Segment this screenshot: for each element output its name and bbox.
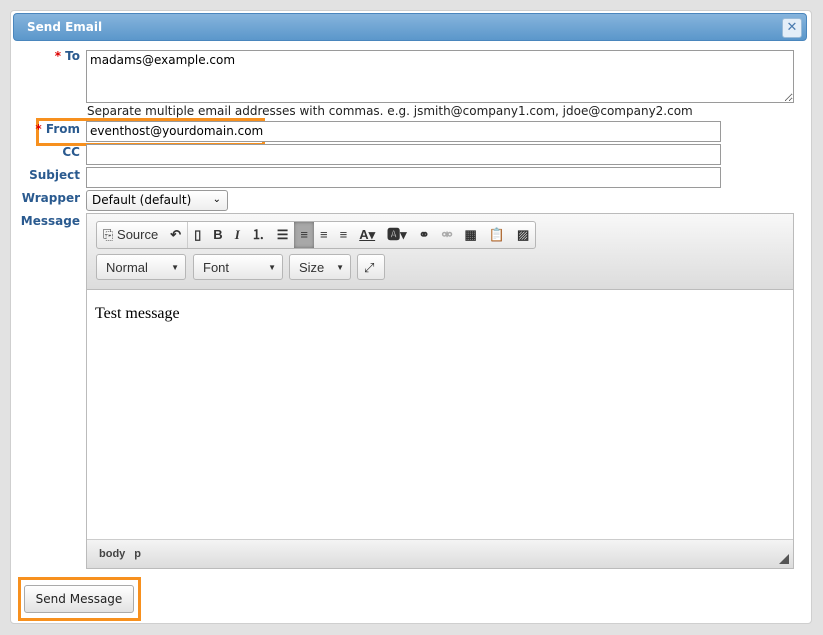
- paste-text-icon[interactable]: 📋: [483, 222, 511, 248]
- path-p[interactable]: p: [134, 548, 141, 560]
- align-center-icon[interactable]: ≡: [314, 222, 334, 248]
- to-field[interactable]: madams@example.com: [86, 50, 794, 103]
- rich-text-editor: ⎘ Source ↶ ▯ B I ⒈ ☰ ≡ ≡ ≡ A▾ 🅰▾ ⚭ ⚮ ▦ 📋…: [86, 213, 794, 569]
- resize-grip-icon[interactable]: [779, 554, 789, 564]
- send-message-button[interactable]: Send Message: [24, 585, 134, 613]
- new-page-icon[interactable]: ▯: [187, 222, 207, 248]
- undo-icon[interactable]: ↶: [164, 222, 187, 248]
- align-left-icon[interactable]: ≡: [294, 222, 315, 248]
- wrapper-label: Wrapper: [21, 191, 80, 205]
- source-icon: ⎘: [103, 227, 114, 242]
- chevron-down-icon: ⌄: [212, 194, 221, 205]
- cc-label: CC: [62, 145, 80, 159]
- close-icon[interactable]: ✕: [782, 18, 802, 38]
- message-label: Message: [20, 214, 80, 228]
- format-select[interactable]: Normal ▼: [96, 254, 186, 280]
- wrapper-select[interactable]: Default (default) ⌄: [86, 190, 228, 211]
- cc-field[interactable]: [86, 144, 721, 165]
- source-button[interactable]: ⎘ Source: [97, 222, 164, 248]
- dialog-header: Send Email ✕: [13, 13, 807, 41]
- font-select[interactable]: Font ▼: [193, 254, 283, 280]
- toolbar-group: ⎘ Source ↶ ▯ B I ⒈ ☰ ≡ ≡ ≡ A▾ 🅰▾ ⚭ ⚮ ▦ 📋…: [96, 221, 537, 249]
- align-right-icon[interactable]: ≡: [334, 222, 354, 248]
- from-field[interactable]: eventhost@yourdomain.com: [86, 121, 721, 142]
- numbered-list-icon[interactable]: ⒈: [246, 222, 271, 248]
- size-select[interactable]: Size ▼: [289, 254, 351, 280]
- path-body[interactable]: body: [99, 548, 125, 560]
- subject-field[interactable]: [86, 167, 721, 188]
- bold-icon[interactable]: B: [207, 222, 228, 248]
- unlink-icon[interactable]: ⚮: [436, 222, 459, 248]
- from-label: * From: [35, 122, 80, 136]
- text-color-icon[interactable]: A▾: [353, 222, 381, 248]
- editor-content[interactable]: Test message: [87, 290, 793, 570]
- link-icon[interactable]: ⚭: [413, 222, 436, 248]
- to-hint: Separate multiple email addresses with c…: [87, 104, 693, 118]
- bulleted-list-icon[interactable]: ☰: [271, 222, 295, 248]
- to-label: * To: [54, 49, 80, 63]
- italic-icon[interactable]: I: [229, 222, 246, 248]
- element-path: body p: [87, 539, 793, 568]
- maximize-icon[interactable]: ⤢: [357, 254, 385, 280]
- background-color-icon[interactable]: 🅰▾: [381, 222, 413, 248]
- image-icon[interactable]: ▨: [511, 222, 535, 248]
- editor-toolbar: ⎘ Source ↶ ▯ B I ⒈ ☰ ≡ ≡ ≡ A▾ 🅰▾ ⚭ ⚮ ▦ 📋…: [87, 214, 793, 290]
- dialog-title: Send Email: [27, 20, 103, 34]
- subject-label: Subject: [29, 168, 80, 182]
- table-icon[interactable]: ▦: [458, 222, 482, 248]
